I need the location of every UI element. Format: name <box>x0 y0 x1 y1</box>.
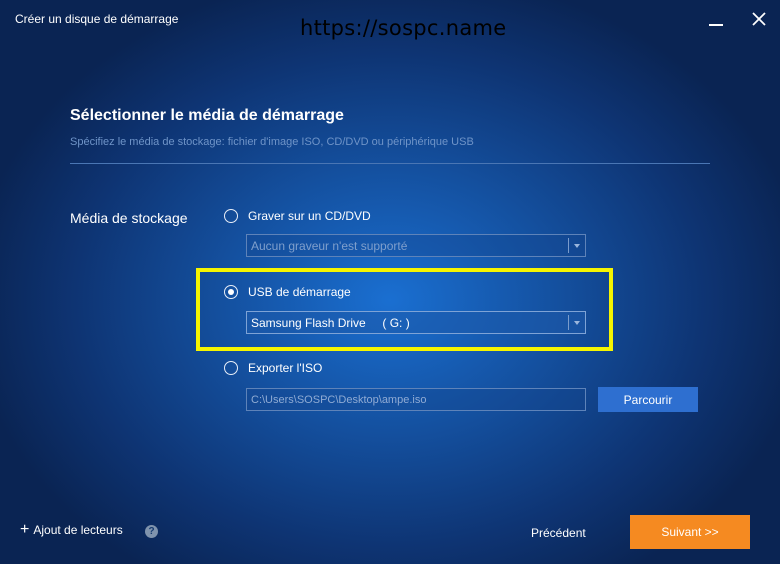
select-value: Samsung Flash Drive ( G: ) <box>251 316 410 330</box>
select-separator <box>568 315 569 330</box>
minimize-icon[interactable] <box>707 10 725 28</box>
page-subtitle: Spécifiez le média de stockage: fichier … <box>70 136 474 148</box>
radio-icon[interactable] <box>224 285 238 299</box>
radio-burn-cd-dvd[interactable]: Graver sur un CD/DVD <box>224 209 371 223</box>
usb-drive-select[interactable]: Samsung Flash Drive ( G: ) <box>246 311 586 334</box>
divider <box>70 163 710 164</box>
select-separator <box>568 238 569 253</box>
iso-path-input[interactable]: C:\Users\SOSPC\Desktop\ampe.iso <box>246 388 586 411</box>
watermark-text: https://sospc.name <box>300 16 507 40</box>
window-title: Créer un disque de démarrage <box>15 12 179 26</box>
radio-label: USB de démarrage <box>248 285 351 299</box>
plus-icon: + <box>20 521 30 538</box>
dropdown-arrow-icon[interactable] <box>574 321 580 325</box>
storage-media-label: Média de stockage <box>70 210 188 226</box>
next-button[interactable]: Suivant >> <box>630 515 750 549</box>
select-value: Aucun graveur n'est supporté <box>251 239 408 253</box>
highlight-box <box>196 268 613 351</box>
back-button[interactable]: Précédent <box>531 526 586 540</box>
radio-label: Exporter l'ISO <box>248 361 323 375</box>
add-drivers-label: Ajout de lecteurs <box>33 523 123 537</box>
radio-icon[interactable] <box>224 209 238 223</box>
radio-usb-boot[interactable]: USB de démarrage <box>224 285 351 299</box>
close-icon[interactable] <box>750 10 768 28</box>
page-title: Sélectionner le média de démarrage <box>70 107 344 124</box>
dropdown-arrow-icon <box>574 244 580 248</box>
boot-disk-window: Créer un disque de démarrage https://sos… <box>0 0 780 564</box>
radio-label: Graver sur un CD/DVD <box>248 209 371 223</box>
radio-export-iso[interactable]: Exporter l'ISO <box>224 361 322 375</box>
title-bar: Créer un disque de démarrage https://sos… <box>0 0 780 40</box>
browse-button[interactable]: Parcourir <box>598 387 698 412</box>
add-drivers-link[interactable]: + Ajout de lecteurs <box>20 521 123 538</box>
radio-icon[interactable] <box>224 361 238 375</box>
cd-dvd-burner-select: Aucun graveur n'est supporté <box>246 234 586 257</box>
help-icon[interactable]: ? <box>145 525 158 538</box>
